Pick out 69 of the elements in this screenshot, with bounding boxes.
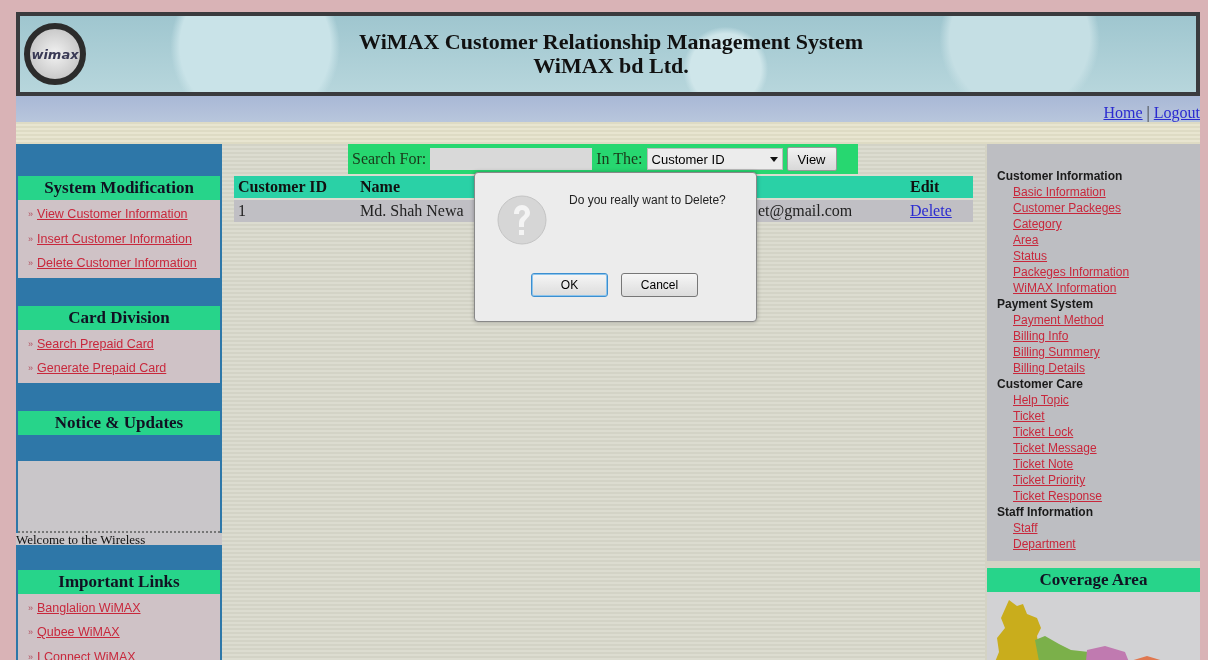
bullet-marker: » [28, 233, 33, 244]
column-header: Edit [910, 178, 940, 195]
section-heading: System Modification [18, 176, 220, 200]
menu-link[interactable]: Payment Method [1013, 312, 1104, 328]
menu-link[interactable]: Billing Details [1013, 360, 1086, 376]
menu-link[interactable]: Ticket [1013, 408, 1045, 424]
sidebar-link[interactable]: I Connect WiMAX [37, 649, 136, 660]
section-heading: Notice & Updates [18, 410, 220, 435]
search-label: Search For: [352, 150, 427, 168]
table-cell: Md. Shah Newa [360, 202, 464, 219]
menu-link[interactable]: Ticket Response [1013, 488, 1102, 504]
bullet-marker: » [28, 338, 33, 349]
menu-link[interactable]: Help Topic [1013, 392, 1069, 408]
sidebar-link[interactable]: Banglalion WiMAX [37, 600, 141, 615]
bullet-marker: » [28, 651, 33, 660]
bullet-marker: » [28, 363, 33, 374]
section-heading: Coverage Area [987, 568, 1200, 592]
menu-link[interactable]: Billing Summery [1013, 344, 1100, 360]
section-heading: Important Links [18, 569, 220, 594]
menu-link[interactable]: Ticket Lock [1013, 424, 1074, 440]
nav-link[interactable]: Logout [1153, 104, 1200, 122]
sidebar-link[interactable]: Search Prepaid Card [37, 336, 154, 351]
column-header: Customer ID [238, 178, 328, 195]
field-dropdown[interactable]: Customer ID [646, 148, 783, 170]
sidebar-link[interactable]: Qubee WiMAX [37, 625, 120, 640]
delete-link[interactable]: Delete [910, 202, 952, 219]
section-heading: Card Division [18, 305, 220, 330]
menu-group-title: Customer Care [997, 376, 1085, 392]
dialog-button[interactable]: Cancel [621, 273, 698, 297]
sidebar-link[interactable]: Insert Customer Information [37, 231, 192, 246]
question-icon [497, 195, 547, 245]
view-button[interactable]: View [786, 147, 837, 171]
menu-link[interactable]: WiMAX Information [1013, 280, 1117, 296]
menu-link[interactable]: Staff [1013, 520, 1038, 536]
dialog-message: Do you really want to Delete? [569, 193, 726, 207]
sidebar-link[interactable]: View Customer Information [37, 207, 188, 222]
menu-link[interactable]: Packeges Information [1013, 264, 1130, 280]
menu-group-title: Payment System [997, 296, 1095, 312]
site-title: WiMAX Customer Relationship Management System [359, 30, 863, 54]
table-cell: et@gmail.com [758, 202, 853, 219]
site-subtitle: WiMAX bd Ltd. [533, 54, 689, 78]
menu-link[interactable]: Category [1013, 216, 1062, 232]
caret-icon [769, 156, 778, 162]
column-header: Name [360, 178, 400, 195]
nav-link[interactable]: Home [1103, 104, 1143, 122]
menu-link[interactable]: Department [1013, 536, 1076, 552]
menu-link[interactable]: Status [1013, 248, 1048, 264]
link-separator: | [1146, 104, 1150, 122]
bullet-marker: » [28, 258, 33, 269]
menu-link[interactable]: Ticket Priority [1013, 472, 1086, 488]
menu-link[interactable]: Ticket Note [1013, 456, 1074, 472]
sidebar-link[interactable]: Delete Customer Information [37, 256, 197, 271]
bullet-marker: » [28, 209, 33, 220]
sidebar-link[interactable]: Generate Prepaid Card [37, 361, 167, 376]
bullet-marker: » [28, 627, 33, 638]
menu-group-title: Customer Information [997, 168, 1124, 184]
table-cell: 1 [238, 202, 246, 219]
bullet-marker: » [28, 602, 33, 613]
menu-link[interactable]: Customer Packeges [1013, 200, 1122, 216]
menu-link[interactable]: Ticket Message [1013, 440, 1097, 456]
menu-group-title: Staff Information [997, 504, 1094, 520]
menu-link[interactable]: Area [1013, 232, 1039, 248]
dialog-button[interactable]: OK [531, 273, 608, 297]
notice-text: Welcome to the Wireless [16, 531, 146, 547]
menu-link[interactable]: Basic Information [1013, 184, 1106, 200]
field-label: In The: [596, 150, 643, 168]
menu-link[interactable]: Billing Info [1013, 328, 1069, 344]
search-field[interactable] [430, 148, 593, 170]
logo: wimax [24, 23, 86, 85]
